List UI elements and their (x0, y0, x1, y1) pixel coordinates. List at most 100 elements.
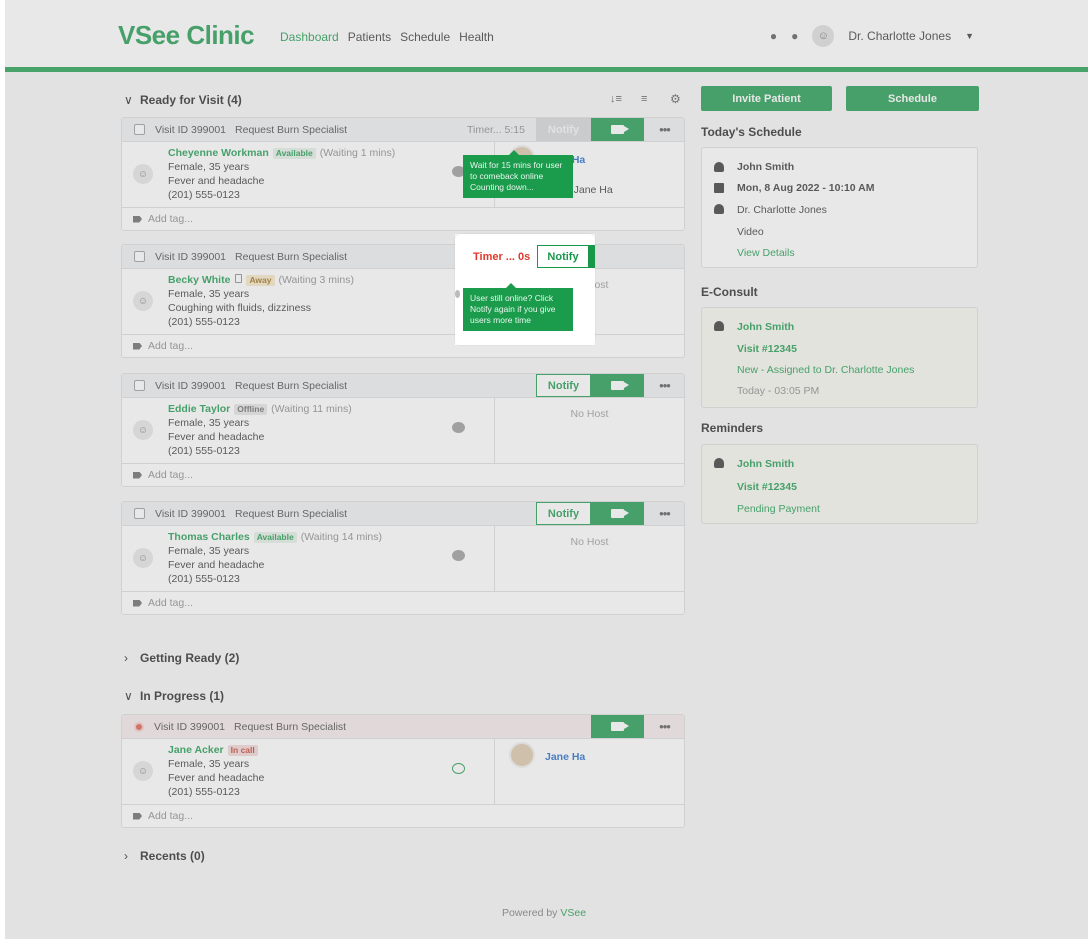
doctor-icon (714, 204, 724, 214)
section-getting-ready[interactable]: › Getting Ready (2) (124, 651, 239, 665)
add-tag[interactable]: Add tag... (122, 335, 684, 357)
patient-phone: (201) 555-0123 (168, 316, 240, 328)
add-tag[interactable]: Add tag... (122, 805, 684, 827)
schedule-button[interactable]: Schedule (846, 86, 979, 111)
video-icon (611, 722, 629, 731)
notify-button[interactable]: Notify (536, 502, 591, 525)
video-icon (611, 509, 629, 518)
patient-name[interactable]: Jane Acker (168, 744, 224, 756)
host-avatar (509, 742, 535, 768)
patient-name[interactable]: Thomas Charles (168, 531, 250, 543)
select-checkbox[interactable] (134, 124, 145, 135)
econsult-time: Today - 03:05 PM (737, 385, 820, 397)
visit-reason: Request Burn Specialist (235, 379, 348, 392)
main-nav: Dashboard Patients Schedule Health (280, 30, 494, 44)
nav-schedule[interactable]: Schedule (400, 30, 450, 44)
nav-health[interactable]: Health (459, 30, 494, 44)
video-call-button[interactable] (591, 502, 644, 525)
view-details-link[interactable]: View Details (737, 247, 795, 259)
visit-reason: Request Burn Specialist (234, 720, 347, 733)
add-tag[interactable]: Add tag... (122, 464, 684, 486)
invite-patient-button[interactable]: Invite Patient (701, 86, 832, 111)
video-call-button[interactable] (591, 118, 644, 141)
section-ready-for-visit[interactable]: ∨ Ready for Visit (4) (124, 93, 242, 107)
filter-icon[interactable]: ≡ (641, 93, 647, 105)
footer-brand[interactable]: VSee (560, 907, 586, 919)
patient-phone: (201) 555-0123 (168, 573, 240, 585)
add-tag[interactable]: Add tag... (122, 592, 684, 614)
econsult-visit[interactable]: Visit #12345 (737, 343, 797, 355)
mobile-icon (235, 274, 243, 283)
tag-icon (133, 599, 142, 607)
chat-icon[interactable] (452, 763, 465, 774)
gear-icon[interactable]: ⚙ (670, 92, 681, 106)
calendar-icon (714, 183, 724, 193)
tag-icon (133, 812, 142, 820)
reminder-patient[interactable]: John Smith (737, 458, 794, 470)
chat-icon (455, 290, 460, 298)
patient-demographics: Female, 35 years (168, 161, 250, 173)
visit-reason: Request Burn Specialist (235, 250, 348, 263)
person-icon (714, 321, 724, 331)
select-checkbox[interactable] (134, 380, 145, 391)
select-checkbox[interactable] (134, 508, 145, 519)
todays-schedule-card: John Smith Mon, 8 Aug 2022 - 10:10 AM Dr… (701, 147, 978, 268)
chat-icon[interactable]: ● (791, 29, 798, 43)
person-icon (714, 162, 724, 172)
chat-icon[interactable] (452, 550, 465, 561)
no-host: No Host (570, 536, 609, 548)
video-call-button[interactable] (591, 715, 644, 738)
notify-button[interactable]: Notify (536, 374, 591, 397)
tag-icon (133, 215, 142, 223)
section-in-progress[interactable]: ∨ In Progress (1) (124, 689, 224, 703)
nav-dashboard[interactable]: Dashboard (280, 30, 339, 44)
patient-complaint: Fever and headache (168, 772, 265, 784)
patient-name[interactable]: Eddie Taylor (168, 403, 230, 415)
more-options-button[interactable]: ••• (644, 502, 685, 525)
patient-avatar: ☺ (133, 420, 153, 440)
status-badge: Available (253, 532, 297, 543)
nav-patients[interactable]: Patients (348, 30, 391, 44)
section-recents[interactable]: › Recents (0) (124, 849, 205, 863)
no-host: No Host (570, 408, 609, 420)
chat-icon[interactable] (452, 422, 465, 433)
visit-card-header: Visit ID 399001 Request Burn Specialist (122, 245, 684, 269)
person-icon (714, 458, 724, 468)
host-name[interactable]: Jane Ha (545, 751, 585, 763)
patient-name[interactable]: Becky White (168, 274, 230, 286)
chevron-down-icon[interactable]: ▼ (965, 31, 974, 41)
patient-demographics: Female, 35 years (168, 545, 250, 557)
user-name[interactable]: Dr. Charlotte Jones (848, 29, 951, 43)
econsult-card: John Smith Visit #12345 New - Assigned t… (701, 307, 978, 408)
patient-name[interactable]: Cheyenne Workman (168, 147, 269, 159)
more-options-button[interactable]: ••• (644, 715, 685, 738)
schedule-type: Video (737, 226, 764, 238)
notify-button[interactable]: Notify (537, 245, 589, 268)
more-options-button[interactable]: ••• (644, 374, 685, 397)
notify-button[interactable]: Notify (536, 118, 591, 141)
reminders-card: John Smith Visit #12345 Pending Payment (701, 444, 978, 524)
schedule-datetime: Mon, 8 Aug 2022 - 10:10 AM (737, 182, 875, 194)
add-tag[interactable]: Add tag... (122, 208, 684, 230)
patient-complaint: Coughing with fluids, dizziness (168, 302, 311, 314)
wait-time: (Waiting 14 mins) (300, 531, 383, 543)
user-avatar[interactable]: ☺ (812, 25, 835, 47)
video-call-button[interactable] (589, 245, 595, 268)
select-checkbox[interactable] (134, 251, 145, 262)
visit-id: Visit ID 399001 (155, 123, 227, 136)
more-options-button[interactable]: ••• (644, 118, 685, 141)
footer: Powered by VSee (501, 907, 587, 919)
econsult-patient[interactable]: John Smith (737, 321, 794, 333)
patient-phone: (201) 555-0123 (168, 786, 240, 798)
visit-id: Visit ID 399001 (155, 507, 227, 520)
video-call-button[interactable] (591, 374, 644, 397)
logo[interactable]: VSee Clinic (118, 20, 255, 51)
wait-time: (Waiting 1 mins) (319, 147, 396, 159)
bell-icon[interactable]: ● (770, 29, 777, 43)
visit-reason: Request Burn Specialist (235, 507, 348, 520)
patient-avatar: ☺ (133, 761, 153, 781)
reminder-visit[interactable]: Visit #12345 (737, 481, 797, 493)
sort-icon[interactable]: ↓≡ (610, 93, 622, 105)
status-badge: Available (272, 148, 316, 159)
schedule-patient: John Smith (737, 161, 795, 173)
